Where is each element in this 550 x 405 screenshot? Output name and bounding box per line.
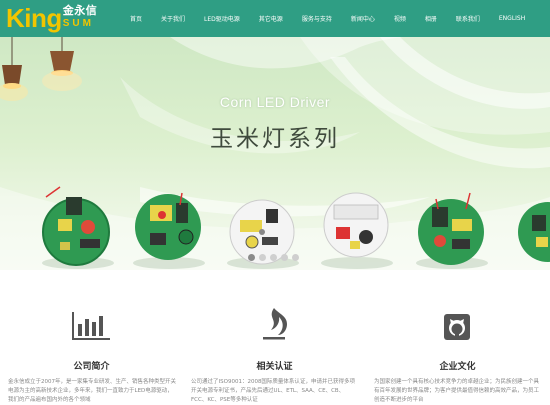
- nav-item-album[interactable]: 相册: [425, 14, 437, 23]
- banner-artwork: [0, 37, 550, 270]
- main-nav: 首页 关于我们 LED驱动电源 其它电源 服务与支持 新闻中心 视频 相册 联系…: [130, 0, 525, 37]
- slider-dot-4[interactable]: [281, 254, 288, 261]
- nav-item-other-power[interactable]: 其它电源: [259, 14, 283, 23]
- brand-logo[interactable]: King 金永信 SUM: [6, 3, 97, 33]
- slider-dot-3[interactable]: [270, 254, 277, 261]
- nav-item-about[interactable]: 关于我们: [161, 14, 185, 23]
- slider-dot-1[interactable]: [248, 254, 255, 261]
- bar-chart-icon: [72, 312, 110, 340]
- nav-item-video[interactable]: 视频: [394, 14, 406, 23]
- logo-chinese-name: 金永信: [62, 4, 98, 17]
- nav-item-english[interactable]: ENGLISH: [499, 15, 525, 22]
- feature-title: 企业文化: [439, 362, 476, 372]
- header-bar: King 金永信 SUM 首页 关于我们 LED驱动电源 其它电源 服务与支持 …: [0, 0, 550, 37]
- feature-description: 金永信成立于2007年，是一家集专业研发、生产、销售各种类型开关电源为主的高新技…: [8, 379, 176, 403]
- pendant-lamps: [0, 37, 82, 101]
- logo-side: 金永信 SUM: [63, 3, 98, 29]
- slider-dot-2[interactable]: [259, 254, 266, 261]
- flame-icon: [263, 308, 287, 340]
- hero-banner[interactable]: Corn LED Driver 玉米灯系列: [0, 37, 550, 270]
- feature-description: 公司通过了ISO9001：2008国际质量体系认证，申请并已获得多项开关电源专利…: [191, 379, 355, 403]
- nav-item-led-driver[interactable]: LED驱动电源: [204, 14, 240, 23]
- nav-item-contact[interactable]: 联系我们: [456, 14, 480, 23]
- feature-title: 相关认证: [256, 362, 293, 372]
- feature-title: 公司简介: [73, 362, 110, 372]
- github-icon: [444, 314, 470, 340]
- nav-item-news[interactable]: 新闻中心: [351, 14, 375, 23]
- logo-wordmark: King: [6, 3, 62, 33]
- slider-pagination: [248, 254, 303, 261]
- feature-description: 为国家创建一个具有核心技术竞争力的卓越企业；为民族创建一个具有百年发展的世界品牌…: [374, 379, 540, 403]
- banner-title-chinese: 玉米灯系列: [210, 126, 340, 152]
- logo-sub-mark: SUM: [62, 18, 94, 29]
- slider-dot-5[interactable]: [292, 254, 299, 261]
- nav-item-service[interactable]: 服务与支持: [302, 14, 332, 23]
- nav-item-home[interactable]: 首页: [130, 14, 142, 23]
- banner-title-english: Corn LED Driver: [219, 94, 331, 110]
